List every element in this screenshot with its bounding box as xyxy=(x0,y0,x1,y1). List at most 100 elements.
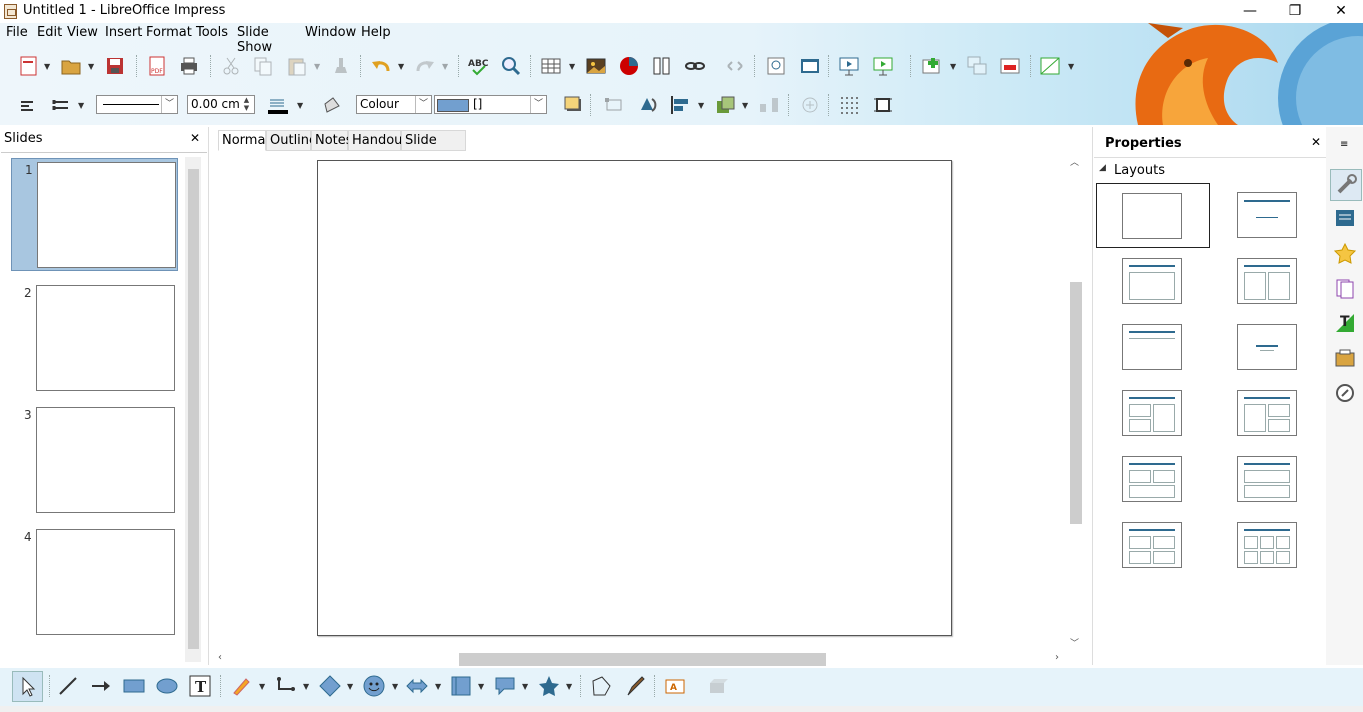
menu-insert[interactable]: Insert xyxy=(105,25,142,40)
open-folder-icon[interactable] xyxy=(60,55,82,77)
shadow-icon[interactable] xyxy=(562,94,584,116)
animation-tab-icon[interactable] xyxy=(1333,242,1357,268)
cut-icon[interactable] xyxy=(220,55,242,77)
align-dropdown-icon[interactable]: ▼ xyxy=(698,101,704,110)
media-icon[interactable] xyxy=(651,55,673,77)
callout-dropdown-icon[interactable]: ▼ xyxy=(522,682,528,691)
close-window-button[interactable]: ✕ xyxy=(1318,0,1363,23)
rotate-icon[interactable] xyxy=(636,94,658,116)
clone-formatting-icon[interactable] xyxy=(330,55,352,77)
menu-window[interactable]: Window xyxy=(305,25,356,40)
duplicate-slide-icon[interactable] xyxy=(966,55,988,77)
points-icon[interactable] xyxy=(603,94,625,116)
flowchart-icon[interactable] xyxy=(450,675,472,697)
area-fill-combo[interactable]: [] ﹀ xyxy=(434,95,547,114)
layouts-section-title[interactable]: Layouts xyxy=(1114,163,1165,178)
editor-vscroll-thumb[interactable] xyxy=(1070,282,1082,524)
undo-dropdown-icon[interactable]: ▼ xyxy=(398,62,404,71)
slide-transition-tab-icon[interactable] xyxy=(1334,207,1356,233)
tab-outline[interactable]: Outline xyxy=(266,130,317,151)
text-box-tool-icon[interactable]: T xyxy=(189,675,211,697)
area-fill-dropdown-icon[interactable]: ﹀ xyxy=(530,96,546,113)
stars-icon[interactable] xyxy=(538,675,560,697)
tab-normal[interactable]: Normal xyxy=(218,130,269,151)
connector-dropdown-icon[interactable]: ▼ xyxy=(303,682,309,691)
new-dropdown-icon[interactable]: ▼ xyxy=(44,62,50,71)
stars-dropdown-icon[interactable]: ▼ xyxy=(566,682,572,691)
layout-centered-text[interactable] xyxy=(1237,324,1297,370)
menu-tools[interactable]: Tools xyxy=(196,25,228,40)
slide-thumbnail-1[interactable]: 1 xyxy=(11,158,178,271)
scroll-up-icon[interactable]: ︿ xyxy=(1070,155,1079,168)
slide-thumbnail-2[interactable]: 2 xyxy=(11,282,176,393)
rectangle-tool-icon[interactable] xyxy=(123,675,145,697)
layout-title-only[interactable] xyxy=(1122,324,1182,370)
restore-button[interactable]: ❐ xyxy=(1272,0,1318,23)
align-objects-icon[interactable] xyxy=(669,94,691,116)
table-dropdown-icon[interactable]: ▼ xyxy=(569,62,575,71)
tab-slide-sorter[interactable]: Slide Sorter xyxy=(401,130,466,168)
menu-file[interactable]: File xyxy=(6,25,28,40)
basic-shapes-icon[interactable] xyxy=(319,675,341,697)
line-width-field[interactable]: 0.00 cm ▲ ▼ xyxy=(187,95,255,114)
line-width-spin-icon[interactable]: ▲ ▼ xyxy=(239,96,254,113)
tab-handout[interactable]: Handout xyxy=(348,130,408,151)
line-colour-dropdown-icon[interactable]: ▼ xyxy=(297,101,303,110)
menu-slide-show[interactable]: Slide Show xyxy=(237,25,272,55)
line-tool-icon[interactable] xyxy=(57,675,79,697)
area-style-combo[interactable]: Colour ﹀ xyxy=(356,95,432,114)
paste-icon[interactable] xyxy=(286,55,308,77)
line-style-dropdown-icon[interactable]: ﹀ xyxy=(161,96,177,113)
menu-format[interactable]: Format xyxy=(146,25,192,40)
area-style-dropdown-icon[interactable]: ﹀ xyxy=(415,96,431,113)
redo-dropdown-icon[interactable]: ▼ xyxy=(442,62,448,71)
layouts-expand-icon[interactable]: ◢ xyxy=(1099,163,1106,173)
editor-vertical-scrollbar[interactable]: ︿ ﹀ xyxy=(1068,152,1086,650)
slides-pane-close-icon[interactable]: ✕ xyxy=(190,131,200,145)
properties-deck-tab[interactable] xyxy=(1330,169,1362,201)
glue-points-icon[interactable] xyxy=(799,94,821,116)
redo-icon[interactable] xyxy=(414,55,436,77)
sidebar-menu-icon[interactable]: ≡ xyxy=(1340,139,1348,150)
master-slides-tab-icon[interactable] xyxy=(1334,277,1356,303)
line-properties-icon[interactable] xyxy=(18,94,40,116)
layout-title-content-over-content[interactable] xyxy=(1237,456,1297,502)
current-slide-canvas[interactable] xyxy=(317,160,952,636)
symbol-shapes-dropdown-icon[interactable]: ▼ xyxy=(392,682,398,691)
print-icon[interactable] xyxy=(178,55,200,77)
arrow-style-icon[interactable] xyxy=(50,94,72,116)
start-first-slide-icon[interactable] xyxy=(838,55,860,77)
master-slide-icon[interactable] xyxy=(799,55,821,77)
gallery-tab-icon[interactable] xyxy=(1334,347,1356,373)
export-pdf-icon[interactable]: PDF xyxy=(146,55,168,77)
line-style-combo[interactable]: ﹀ xyxy=(96,95,178,114)
symbol-shapes-icon[interactable] xyxy=(363,675,385,697)
arrange-dropdown-icon[interactable]: ▼ xyxy=(742,101,748,110)
insert-frame-icon[interactable]: A xyxy=(664,675,686,697)
arrow-line-tool-icon[interactable] xyxy=(90,675,112,697)
scroll-left-icon[interactable]: ‹ xyxy=(218,652,222,663)
arrow-style-dropdown-icon[interactable]: ▼ xyxy=(78,101,84,110)
slides-scrollbar-thumb[interactable] xyxy=(188,169,199,649)
properties-close-icon[interactable]: ✕ xyxy=(1311,135,1321,149)
start-current-slide-icon[interactable] xyxy=(872,55,894,77)
chart-icon[interactable] xyxy=(618,55,640,77)
copy-icon[interactable] xyxy=(252,55,274,77)
navigator-tab-icon[interactable] xyxy=(1334,382,1356,408)
slide-thumbnail-4[interactable]: 4 xyxy=(11,526,176,637)
connector-tool-icon[interactable] xyxy=(275,675,297,697)
menu-edit[interactable]: Edit xyxy=(37,25,62,40)
layout-title-6content[interactable] xyxy=(1237,522,1297,568)
arrange-icon[interactable] xyxy=(714,94,736,116)
layout-title-content-2content[interactable] xyxy=(1237,390,1297,436)
extrusion-icon[interactable] xyxy=(706,675,728,697)
area-fill-icon[interactable] xyxy=(321,94,343,116)
scroll-down-icon[interactable]: ﹀ xyxy=(1070,636,1079,649)
menu-help[interactable]: Help xyxy=(361,25,391,40)
image-icon[interactable] xyxy=(585,55,607,77)
save-icon[interactable] xyxy=(104,55,126,77)
paste-dropdown-icon[interactable]: ▼ xyxy=(314,62,320,71)
open-dropdown-icon[interactable]: ▼ xyxy=(88,62,94,71)
basic-shapes-dropdown-icon[interactable]: ▼ xyxy=(347,682,353,691)
new-slide-dropdown-icon[interactable]: ▼ xyxy=(950,62,956,71)
